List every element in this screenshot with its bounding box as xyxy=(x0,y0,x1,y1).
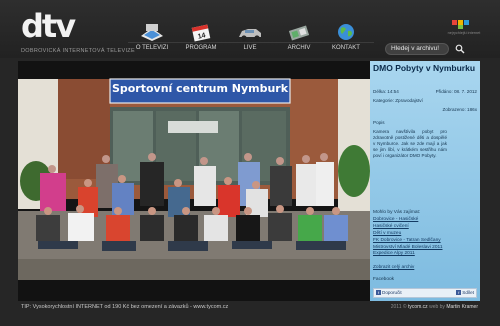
nav-archiv[interactable]: ARCHIV xyxy=(275,22,323,58)
tycom-logo[interactable] xyxy=(446,18,480,40)
car-icon xyxy=(239,29,261,41)
show-archive-link[interactable]: Zobrazit celý archiv xyxy=(373,265,414,270)
partner-caption: nejrychlejší internet xyxy=(447,31,481,35)
video-length: Délka: 14:54 xyxy=(373,89,399,94)
svg-text:14: 14 xyxy=(197,32,206,40)
video-views: Zobrazeno: 186x xyxy=(442,107,477,112)
search-icon[interactable] xyxy=(455,44,465,54)
video-date: Přidáno: 08. 7. 2012 xyxy=(435,89,477,94)
tv-icon xyxy=(141,24,163,41)
film-icon xyxy=(288,25,310,41)
related-link[interactable]: Dětí v muzeu xyxy=(373,231,477,238)
fb-share-button[interactable]: f Sdílet xyxy=(456,290,474,296)
credit-middle: web by xyxy=(427,304,447,310)
related-link[interactable]: Expedice Alpy 2011 xyxy=(373,251,477,258)
facebook-bar: f Doporučit f Sdílet xyxy=(373,288,477,298)
tagline: DOBROVICKÁ INTERNETOVÁ TELEVIZE xyxy=(21,48,135,54)
credit-author-link[interactable]: Martin Kramer xyxy=(446,304,478,310)
nav-live[interactable]: LIVE xyxy=(226,22,274,58)
nav-label: LIVE xyxy=(243,45,257,51)
nav-o-televizi[interactable]: O TELEVIZI xyxy=(128,22,176,58)
facebook-icon: f xyxy=(456,290,462,296)
nav-label: O TELEVIZI xyxy=(135,45,169,51)
nav-kontakt[interactable]: KONTAKT xyxy=(322,22,370,58)
description-heading: Popis xyxy=(373,120,385,125)
credit-site-link[interactable]: tycom.cz xyxy=(408,304,428,310)
footer-tip[interactable]: TIP: Vysokorychlostní INTERNET od 190 Kč… xyxy=(21,304,228,310)
related-links: Mohlo by Vás zajímat: Dobrovice - Hasičs… xyxy=(373,210,477,258)
video-category: Kategorie: Zpravodajství xyxy=(373,98,423,103)
video-still-image xyxy=(18,61,370,301)
related-link[interactable]: Hasičské cvičení xyxy=(373,224,477,231)
sign-text: Sportovní centrum Nymburk xyxy=(111,82,289,95)
nav-program[interactable]: 14 PROGRAM xyxy=(177,22,225,58)
video-info-panel: DMO Pobyty v Nymburku Délka: 14:54 Přidá… xyxy=(370,61,480,301)
fb-recommend-button[interactable]: f Doporučit xyxy=(376,290,402,296)
fb-recommend-label: Doporučit xyxy=(382,290,402,295)
facebook-label: Facebook xyxy=(373,277,395,282)
facebook-icon: f xyxy=(376,290,381,296)
dtv-logo[interactable]: dtv xyxy=(21,9,91,47)
header: dtv DOBROVICKÁ INTERNETOVÁ TELEVIZE O TE… xyxy=(0,0,500,58)
video-description: Kamera navštívila pobyt pro zdravotně po… xyxy=(373,129,447,158)
related-link[interactable]: Dobrovice - Hasičské xyxy=(373,217,477,224)
video-title: DMO Pobyty v Nymburku xyxy=(373,63,476,73)
footer: TIP: Vysokorychlostní INTERNET od 190 Kč… xyxy=(0,301,500,326)
nav-label: KONTAKT xyxy=(332,45,360,51)
logo-text: dtv xyxy=(21,7,76,45)
credit-prefix: 2011 © xyxy=(390,304,408,310)
nav-label: PROGRAM xyxy=(185,45,217,51)
search-input[interactable]: Hledej v archivu! xyxy=(385,43,449,55)
video-area: Sportovní centrum Nymburk DMO Pobyty v N… xyxy=(18,61,480,301)
footer-credit: 2011 © tycom.cz web by Martin Kramer xyxy=(391,304,478,310)
related-link[interactable]: FK Dobrovice - Tatran Sedlčany xyxy=(373,238,477,245)
related-heading: Mohlo by Vás zajímat: xyxy=(373,210,421,215)
fb-share-label: Sdílet xyxy=(462,290,474,295)
video-player[interactable]: Sportovní centrum Nymburk xyxy=(18,61,370,301)
nav-label: ARCHIV xyxy=(287,45,311,51)
calendar-icon: 14 xyxy=(191,24,211,42)
globe-icon xyxy=(338,24,354,40)
